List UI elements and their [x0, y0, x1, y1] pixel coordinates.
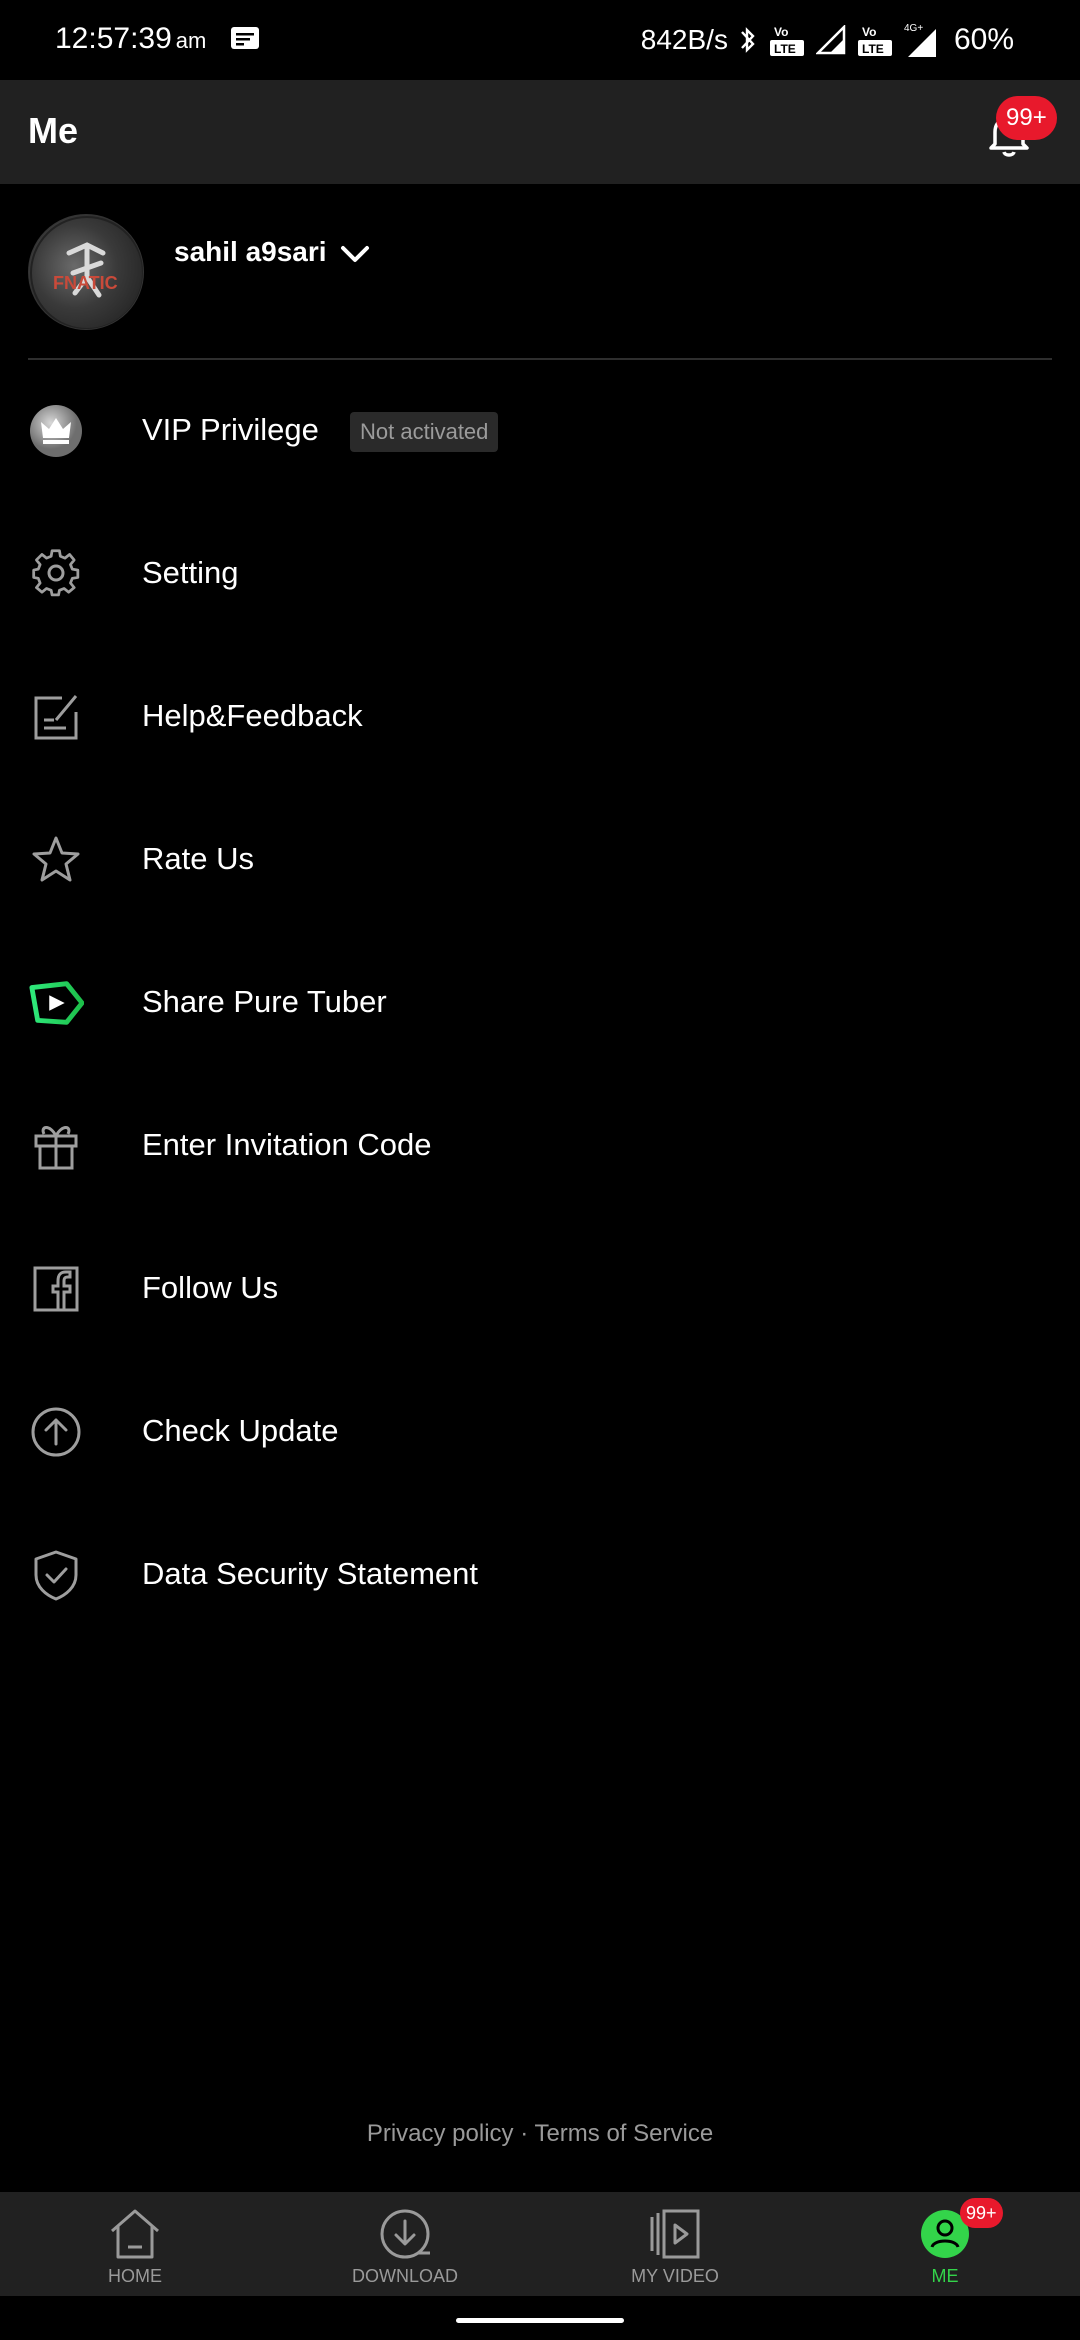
nav-download-label: DOWNLOAD: [351, 2266, 458, 2286]
svg-text:Vo: Vo: [774, 25, 788, 39]
signal-icon: [815, 25, 846, 55]
menu-item-invitation-code[interactable]: Enter Invitation Code: [0, 1075, 1080, 1218]
menu-item-label: Help&Feedback: [142, 698, 363, 733]
home-icon: [107, 2206, 163, 2262]
footer-links: Privacy policy · Terms of Service: [0, 2120, 1080, 2148]
net-speed: 842B/s: [640, 24, 728, 55]
menu-item-label: Follow Us: [142, 1270, 279, 1305]
volte-lte-icon-2: Vo LTE: [857, 25, 892, 56]
app-bar: Me: [0, 80, 1080, 184]
profile-header[interactable]: FNATIC sahil a9sari: [0, 184, 1080, 360]
footer-separator: ·: [513, 2120, 535, 2147]
chevron-down-icon[interactable]: [338, 240, 372, 268]
share-play-icon: [28, 975, 84, 1031]
avatar[interactable]: FNATIC: [28, 214, 144, 330]
download-icon: [377, 2206, 433, 2262]
avatar-logo-icon: FNATIC: [30, 216, 143, 329]
menu-item-rate-us[interactable]: Rate Us: [0, 789, 1080, 932]
menu-item-label: Enter Invitation Code: [142, 1127, 432, 1162]
svg-text:Vo: Vo: [862, 25, 876, 39]
nav-me-label: ME: [931, 2266, 959, 2286]
notification-badge: 99+: [996, 96, 1057, 140]
nav-home[interactable]: HOME: [0, 2192, 270, 2296]
me-notification-badge: 99+: [960, 2198, 1003, 2228]
nav-my-video-label: MY VIDEO: [631, 2266, 719, 2286]
menu-item-data-security[interactable]: Data Security Statement: [0, 1504, 1080, 1647]
facebook-icon: [28, 1261, 84, 1317]
message-notification-icon: [231, 27, 259, 49]
gesture-pill[interactable]: [456, 2318, 624, 2323]
menu-list: VIP Privilege Not activated Setting Help…: [0, 360, 1080, 1647]
volte-lte-icon: Vo LTE: [769, 25, 804, 56]
username[interactable]: sahil a9sari: [174, 236, 327, 268]
gift-icon: [28, 1118, 84, 1174]
menu-item-label: Check Update: [142, 1413, 339, 1448]
gesture-area: [0, 2296, 1080, 2340]
status-time-ampm: am: [175, 28, 207, 53]
bottom-nav: HOME DOWNLOAD MY VIDEO ME: [0, 2192, 1080, 2296]
menu-item-label: Share Pure Tuber: [142, 984, 387, 1019]
video-library-icon: [647, 2206, 703, 2262]
menu-item-label: Setting: [142, 555, 239, 590]
crown-icon: [28, 403, 84, 459]
nav-home-label: HOME: [108, 2266, 162, 2286]
feedback-icon: [28, 689, 84, 745]
menu-item-setting[interactable]: Setting: [0, 503, 1080, 646]
nav-my-video[interactable]: MY VIDEO: [540, 2192, 810, 2296]
nav-download[interactable]: DOWNLOAD: [270, 2192, 540, 2296]
menu-item-vip-privilege[interactable]: VIP Privilege Not activated: [0, 360, 1080, 503]
arrow-up-circle-icon: [28, 1404, 84, 1460]
menu-item-label: Rate Us: [142, 841, 254, 876]
signal-4g-icon: 4G+: [904, 23, 936, 57]
status-time: 12:57:39 am: [55, 22, 206, 56]
menu-item-help-feedback[interactable]: Help&Feedback: [0, 646, 1080, 789]
privacy-policy-link[interactable]: Privacy policy: [367, 2120, 514, 2147]
status-indicators: 842B/s Vo LTE Vo LTE 4G+ 60%: [641, 18, 1014, 62]
page-title: Me: [28, 110, 79, 151]
menu-item-label: VIP Privilege: [142, 412, 319, 447]
status-time-value: 12:57:39: [55, 22, 172, 55]
bluetooth-icon: [741, 27, 755, 53]
svg-text:LTE: LTE: [862, 42, 884, 56]
menu-item-label: Data Security Statement: [142, 1556, 478, 1591]
star-icon: [28, 832, 84, 888]
shield-check-icon: [28, 1547, 84, 1603]
svg-text:FNATIC: FNATIC: [53, 273, 118, 293]
menu-item-follow-us[interactable]: Follow Us: [0, 1218, 1080, 1361]
svg-text:4G+: 4G+: [904, 23, 923, 34]
battery-level: 60%: [953, 23, 1014, 56]
vip-status-badge: Not activated: [350, 412, 499, 452]
nav-me[interactable]: ME: [810, 2192, 1080, 2296]
status-bar: 12:57:39 am 842B/s Vo LTE Vo LTE 4G+ 60%: [0, 0, 1080, 80]
gear-icon: [28, 546, 84, 602]
menu-item-check-update[interactable]: Check Update: [0, 1361, 1080, 1504]
menu-item-share-pure-tuber[interactable]: Share Pure Tuber: [0, 932, 1080, 1075]
svg-text:LTE: LTE: [774, 42, 796, 56]
terms-of-service-link[interactable]: Terms of Service: [534, 2120, 713, 2147]
